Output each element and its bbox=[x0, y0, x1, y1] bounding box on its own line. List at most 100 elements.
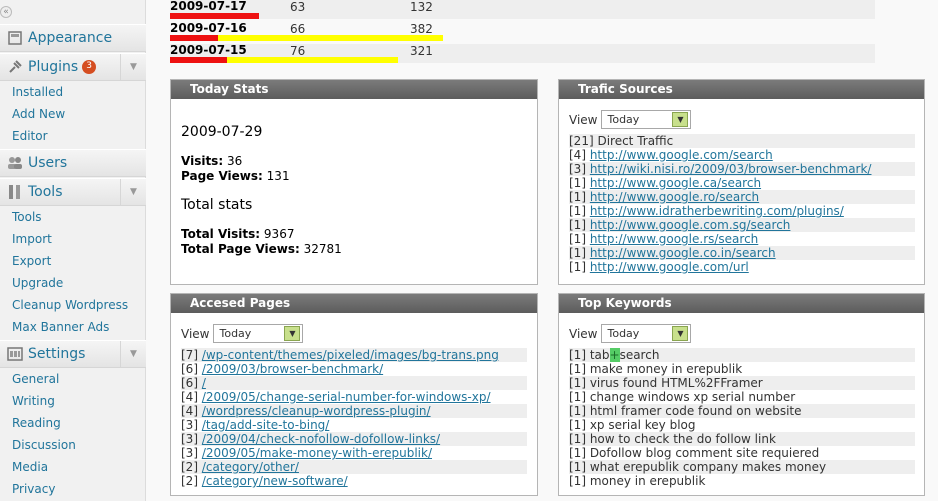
page-link[interactable]: /category/other/ bbox=[202, 460, 299, 474]
dropdown-arrow-icon[interactable]: ▼ bbox=[284, 326, 301, 341]
row-views: 321 bbox=[410, 44, 433, 58]
page-link[interactable]: /wordpress/cleanup-wordpress-plugin/ bbox=[202, 404, 431, 418]
chevron-down-icon[interactable]: ▼ bbox=[120, 179, 146, 205]
today-views-line: Page Views: 131 bbox=[181, 169, 290, 183]
referrer-link[interactable]: http://wiki.nisi.ro/2009/03/browser-benc… bbox=[590, 162, 872, 176]
page-link[interactable]: /category/new-software/ bbox=[202, 474, 348, 488]
submenu-installed[interactable]: Installed bbox=[12, 85, 63, 99]
list-item: [21] Direct Traffic bbox=[569, 134, 915, 148]
menu-users-label: Users bbox=[28, 155, 68, 171]
submenu-upgrade[interactable]: Upgrade bbox=[12, 276, 63, 290]
submenu-import[interactable]: Import bbox=[12, 232, 52, 246]
referrer-link[interactable]: http://www.google.com.sg/search bbox=[590, 218, 791, 232]
submenu-privacy[interactable]: Privacy bbox=[12, 482, 55, 496]
accessed-pages-panel: Accesed Pages View Today ▼ [7] /wp-conte… bbox=[170, 293, 538, 496]
row-date: 2009-07-17 bbox=[170, 0, 247, 13]
item-count: [1] bbox=[569, 204, 586, 218]
submenu-add-new[interactable]: Add New bbox=[12, 107, 65, 121]
list-item: [3] /tag/add-site-to-bing/ bbox=[181, 418, 527, 432]
view-label: View bbox=[569, 112, 598, 127]
page-link[interactable]: /2009/05/make-money-with-erepublik/ bbox=[202, 446, 432, 460]
menu-settings-label: Settings bbox=[28, 346, 86, 362]
referrer-link[interactable]: http://www.idratherbewriting.com/plugins… bbox=[590, 204, 844, 218]
list-item: [1] change windows xp serial number bbox=[569, 390, 796, 404]
item-count: [3] bbox=[569, 162, 586, 176]
page-link[interactable]: /2009/04/check-nofollow-dofollow-links/ bbox=[202, 432, 440, 446]
item-count: [4] bbox=[569, 148, 586, 162]
keyword-prefix: [1] tab bbox=[569, 348, 610, 362]
table-row: 2009-07-15 76 321 bbox=[170, 43, 875, 63]
list-item: [1] http://www.google.com.sg/search bbox=[569, 218, 915, 232]
top-keywords-panel: Top Keywords View Today ▼ [1] tab+search… bbox=[558, 293, 925, 496]
chevron-down-icon[interactable]: ▼ bbox=[120, 54, 146, 80]
collapse-menu-icon[interactable]: « bbox=[0, 6, 12, 18]
users-icon bbox=[6, 155, 24, 171]
submenu-editor[interactable]: Editor bbox=[12, 129, 48, 143]
select-value: Today bbox=[219, 327, 252, 340]
visits-label: Visits: bbox=[181, 154, 224, 168]
page-link[interactable]: /2009/03/browser-benchmark/ bbox=[202, 362, 383, 376]
dropdown-arrow-icon[interactable]: ▼ bbox=[672, 112, 689, 127]
page-link[interactable]: /2009/05/change-serial-number-for-window… bbox=[202, 390, 491, 404]
submenu-reading[interactable]: Reading bbox=[12, 416, 61, 430]
list-item: [4] /wordpress/cleanup-wordpress-plugin/ bbox=[181, 404, 527, 418]
submenu-export[interactable]: Export bbox=[12, 254, 51, 268]
pages-list: [7] /wp-content/themes/pixeled/images/bg… bbox=[181, 348, 527, 488]
referrer-link[interactable]: http://www.google.com/url bbox=[590, 260, 749, 274]
submenu-tools[interactable]: Tools bbox=[12, 210, 42, 224]
list-item: [1] http://www.google.com/url bbox=[569, 260, 915, 274]
list-item: [1] html framer code found on website bbox=[569, 404, 915, 418]
plugins-update-badge: 3 bbox=[82, 60, 97, 74]
page-link[interactable]: /tag/add-site-to-bing/ bbox=[202, 418, 330, 432]
panel-title: Accesed Pages bbox=[171, 294, 537, 313]
page-link[interactable]: / bbox=[202, 376, 206, 390]
referrer-link[interactable]: http://www.google.ca/search bbox=[590, 176, 761, 190]
submenu-writing[interactable]: Writing bbox=[12, 394, 55, 408]
keywords-view-row: View Today ▼ bbox=[569, 324, 692, 343]
submenu-general[interactable]: General bbox=[12, 372, 59, 386]
submenu-discussion[interactable]: Discussion bbox=[12, 438, 76, 452]
settings-icon bbox=[6, 346, 24, 362]
list-item: [1] http://www.idratherbewriting.com/plu… bbox=[569, 204, 915, 218]
menu-settings[interactable]: Settings ▼ bbox=[0, 340, 146, 368]
list-item: [1] what erepublik company makes money bbox=[569, 460, 915, 474]
list-item: [1] http://www.google.ro/search bbox=[569, 190, 915, 204]
submenu-cleanup-wordpress[interactable]: Cleanup Wordpress bbox=[12, 298, 128, 312]
menu-users[interactable]: Users bbox=[0, 149, 146, 177]
list-item: [1] money in erepublik bbox=[569, 474, 706, 488]
referrer-link[interactable]: http://www.google.co.in/search bbox=[590, 246, 776, 260]
list-item: [3] /2009/04/check-nofollow-dofollow-lin… bbox=[181, 432, 527, 446]
item-count: [4] bbox=[181, 404, 198, 418]
item-count: [2] bbox=[181, 474, 198, 488]
dropdown-arrow-icon[interactable]: ▼ bbox=[672, 326, 689, 341]
menu-appearance[interactable]: Appearance bbox=[0, 24, 146, 52]
menu-tools[interactable]: Tools ▼ bbox=[0, 178, 146, 206]
list-item: [4] http://www.google.com/search bbox=[569, 148, 915, 162]
menu-tools-label: Tools bbox=[28, 184, 63, 200]
item-count: [1] bbox=[569, 190, 586, 204]
panel-title: Today Stats bbox=[171, 80, 537, 99]
page-link[interactable]: /wp-content/themes/pixeled/images/bg-tra… bbox=[202, 348, 499, 362]
row-views: 132 bbox=[410, 0, 433, 14]
submenu-media[interactable]: Media bbox=[12, 460, 48, 474]
panel-title: Trafic Sources bbox=[559, 80, 924, 99]
submenu-max-banner-ads[interactable]: Max Banner Ads bbox=[12, 320, 109, 334]
keywords-period-select[interactable]: Today ▼ bbox=[601, 324, 692, 343]
list-item: [2] /category/new-software/ bbox=[181, 474, 527, 488]
item-count: [3] bbox=[181, 446, 198, 460]
referrer-link[interactable]: http://www.google.ro/search bbox=[590, 190, 759, 204]
referrer-link[interactable]: http://www.google.rs/search bbox=[590, 232, 758, 246]
traffic-period-select[interactable]: Today ▼ bbox=[601, 110, 692, 129]
referrer-link[interactable]: http://www.google.com/search bbox=[590, 148, 773, 162]
item-count: [1] bbox=[569, 246, 586, 260]
pages-period-select[interactable]: Today ▼ bbox=[213, 324, 304, 343]
select-value: Today bbox=[607, 113, 640, 126]
chevron-down-icon[interactable]: ▼ bbox=[120, 341, 146, 367]
traffic-view-row: View Today ▼ bbox=[569, 110, 692, 129]
menu-plugins[interactable]: Plugins 3 ▼ bbox=[0, 53, 146, 81]
visits-bar bbox=[170, 35, 218, 41]
item-count: [6] bbox=[181, 376, 198, 390]
total-views-label: Total Page Views: bbox=[181, 242, 300, 256]
view-label: View bbox=[569, 326, 598, 341]
item-count: [1] bbox=[569, 232, 586, 246]
